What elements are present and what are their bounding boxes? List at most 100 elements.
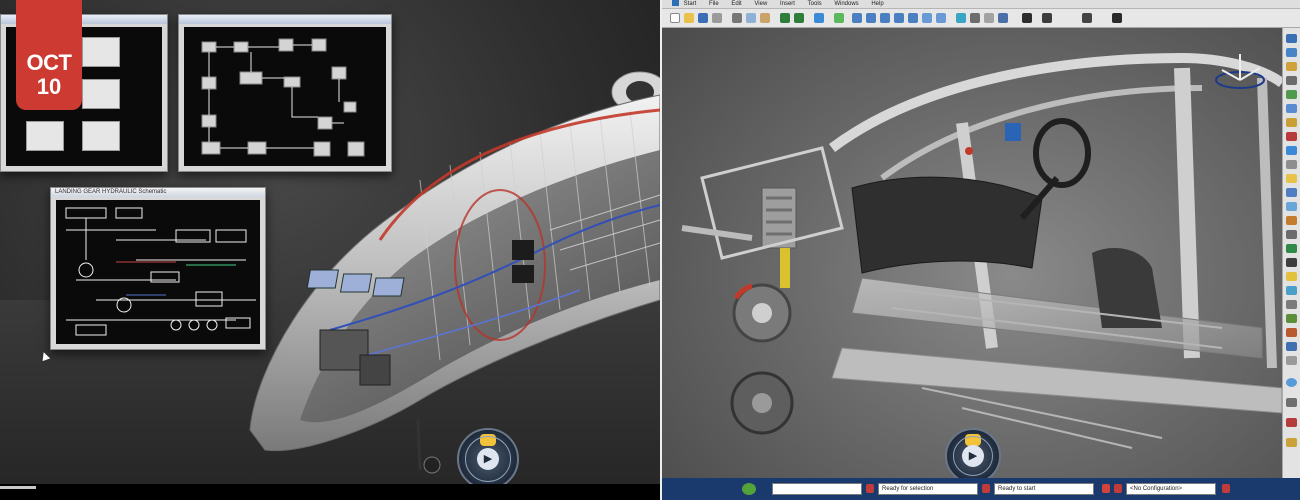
play-icon[interactable]: ▶	[477, 448, 499, 470]
date-badge: OCT 10	[16, 0, 82, 110]
schematic-title[interactable]: LANDING GEAR HYDRAULIC Schematic	[51, 188, 265, 197]
config-icon[interactable]	[1102, 484, 1110, 493]
menu-bar: Start File Edit View Insert Tools Window…	[662, 0, 1300, 9]
tool-tile[interactable]	[82, 37, 120, 67]
system-diagram	[201, 38, 365, 157]
hydraulic-schematic-window[interactable]: LANDING GEAR HYDRAULIC Schematic	[50, 187, 266, 350]
help-icon[interactable]	[814, 13, 824, 23]
menu-item-tools[interactable]: Tools	[808, 0, 822, 9]
catalog-icon[interactable]	[1286, 188, 1297, 197]
open-icon[interactable]	[684, 13, 694, 23]
menu-item-edit[interactable]: Edit	[731, 0, 741, 9]
pan-icon[interactable]	[866, 13, 876, 23]
turntable-icon[interactable]	[1286, 300, 1297, 309]
hydraulic-schematic	[65, 207, 256, 336]
cut-icon[interactable]	[732, 13, 742, 23]
video-progress[interactable]	[0, 486, 36, 489]
menu-item-view[interactable]: View	[754, 0, 767, 9]
window-titlebar[interactable]	[179, 15, 391, 24]
axis-icon[interactable]	[1286, 418, 1297, 427]
fit-all-icon[interactable]	[852, 13, 862, 23]
start-orb-icon[interactable]	[742, 483, 756, 495]
normal-view-icon[interactable]	[922, 13, 932, 23]
environment-icon[interactable]	[1286, 286, 1297, 295]
video-icon[interactable]	[1286, 356, 1297, 365]
refresh-icon[interactable]	[1114, 484, 1122, 493]
sequence-icon[interactable]	[1286, 342, 1297, 351]
menu-item-windows[interactable]: Windows	[834, 0, 858, 9]
cube-icon[interactable]	[1286, 398, 1297, 407]
fly-mode-icon[interactable]	[834, 13, 844, 23]
copy-icon[interactable]	[746, 13, 756, 23]
status-hint-right: Ready to start	[994, 483, 1094, 495]
tool-tile[interactable]	[82, 79, 120, 109]
distance-icon[interactable]	[1286, 160, 1297, 169]
part-icon[interactable]	[1286, 48, 1297, 57]
save-icon[interactable]	[698, 13, 708, 23]
annotation-icon[interactable]	[1286, 174, 1297, 183]
redo-icon[interactable]	[794, 13, 804, 23]
print-icon[interactable]	[712, 13, 722, 23]
menu-item-start[interactable]: Start	[684, 0, 697, 9]
navigation-compass[interactable]: ▶	[945, 428, 1001, 484]
tool-tile[interactable]	[82, 121, 120, 151]
constraint-icon[interactable]	[1286, 76, 1297, 85]
component-icon[interactable]	[1286, 62, 1297, 71]
undo-icon[interactable]	[780, 13, 790, 23]
schematic-content	[56, 200, 260, 344]
play-icon[interactable]: ▶	[962, 445, 984, 467]
measure-icon[interactable]	[1082, 13, 1092, 23]
axis-compass-icon[interactable]	[1212, 50, 1268, 94]
product-icon[interactable]	[1286, 34, 1297, 43]
wireframe-icon[interactable]	[970, 13, 980, 23]
paste-icon[interactable]	[760, 13, 770, 23]
measure-item-icon[interactable]	[1286, 216, 1297, 225]
system-diagram-window[interactable]	[178, 14, 392, 172]
scene-view-icon[interactable]	[1286, 244, 1297, 253]
stop-icon-2[interactable]	[982, 484, 990, 493]
menu-item-insert[interactable]: Insert	[780, 0, 795, 9]
rotate-icon[interactable]	[880, 13, 890, 23]
zoom-in-icon[interactable]	[894, 13, 904, 23]
clash-icon[interactable]	[1286, 132, 1297, 141]
stop-icon[interactable]	[866, 484, 874, 493]
materials-icon[interactable]	[1042, 13, 1052, 23]
configuration-select[interactable]: <No Configuration>	[1126, 483, 1216, 495]
status-hint-left: Ready for selection	[878, 483, 978, 495]
top-toolbar	[662, 9, 1300, 28]
workbench-toolbar	[1282, 28, 1300, 478]
new-icon[interactable]	[670, 13, 680, 23]
inertia-icon[interactable]	[1286, 230, 1297, 239]
status-bar: Ready for selection Ready to start <No C…	[662, 478, 1300, 500]
menu-item-file[interactable]: File	[709, 0, 719, 9]
video-bar	[0, 484, 660, 500]
render-icon[interactable]	[1022, 13, 1032, 23]
shading-icon[interactable]	[956, 13, 966, 23]
light-icon[interactable]	[1286, 272, 1297, 281]
tool-tile[interactable]	[26, 121, 64, 151]
zoom-out-icon[interactable]	[908, 13, 918, 23]
snap-icon[interactable]	[1286, 104, 1297, 113]
navigation-compass[interactable]: ▶	[457, 428, 519, 490]
car-model[interactable]	[662, 28, 1282, 478]
section-icon[interactable]	[1286, 146, 1297, 155]
iso-view-icon[interactable]	[936, 13, 946, 23]
swap-visible-icon[interactable]	[998, 13, 1008, 23]
close-icon[interactable]	[1222, 484, 1230, 493]
app-icon[interactable]	[672, 0, 679, 7]
menu-item-help[interactable]: Help	[871, 0, 883, 9]
publish-icon[interactable]	[1286, 202, 1297, 211]
hide-show-icon[interactable]	[984, 13, 994, 23]
sphere-icon[interactable]	[1286, 378, 1297, 387]
aircraft-viewport[interactable]: LANDING GEAR HYDRAULIC Schematic ▶	[0, 0, 660, 500]
simulation-icon[interactable]	[1286, 314, 1297, 323]
badge-month: OCT	[26, 50, 72, 75]
explode-icon[interactable]	[1286, 118, 1297, 127]
grid-icon[interactable]	[1286, 438, 1297, 447]
camera-icon[interactable]	[1286, 258, 1297, 267]
manipulate-icon[interactable]	[1286, 90, 1297, 99]
scene-icon[interactable]	[1112, 13, 1122, 23]
car-cad-viewport[interactable]: Start File Edit View Insert Tools Window…	[660, 0, 1300, 500]
command-input[interactable]	[772, 483, 862, 495]
track-icon[interactable]	[1286, 328, 1297, 337]
